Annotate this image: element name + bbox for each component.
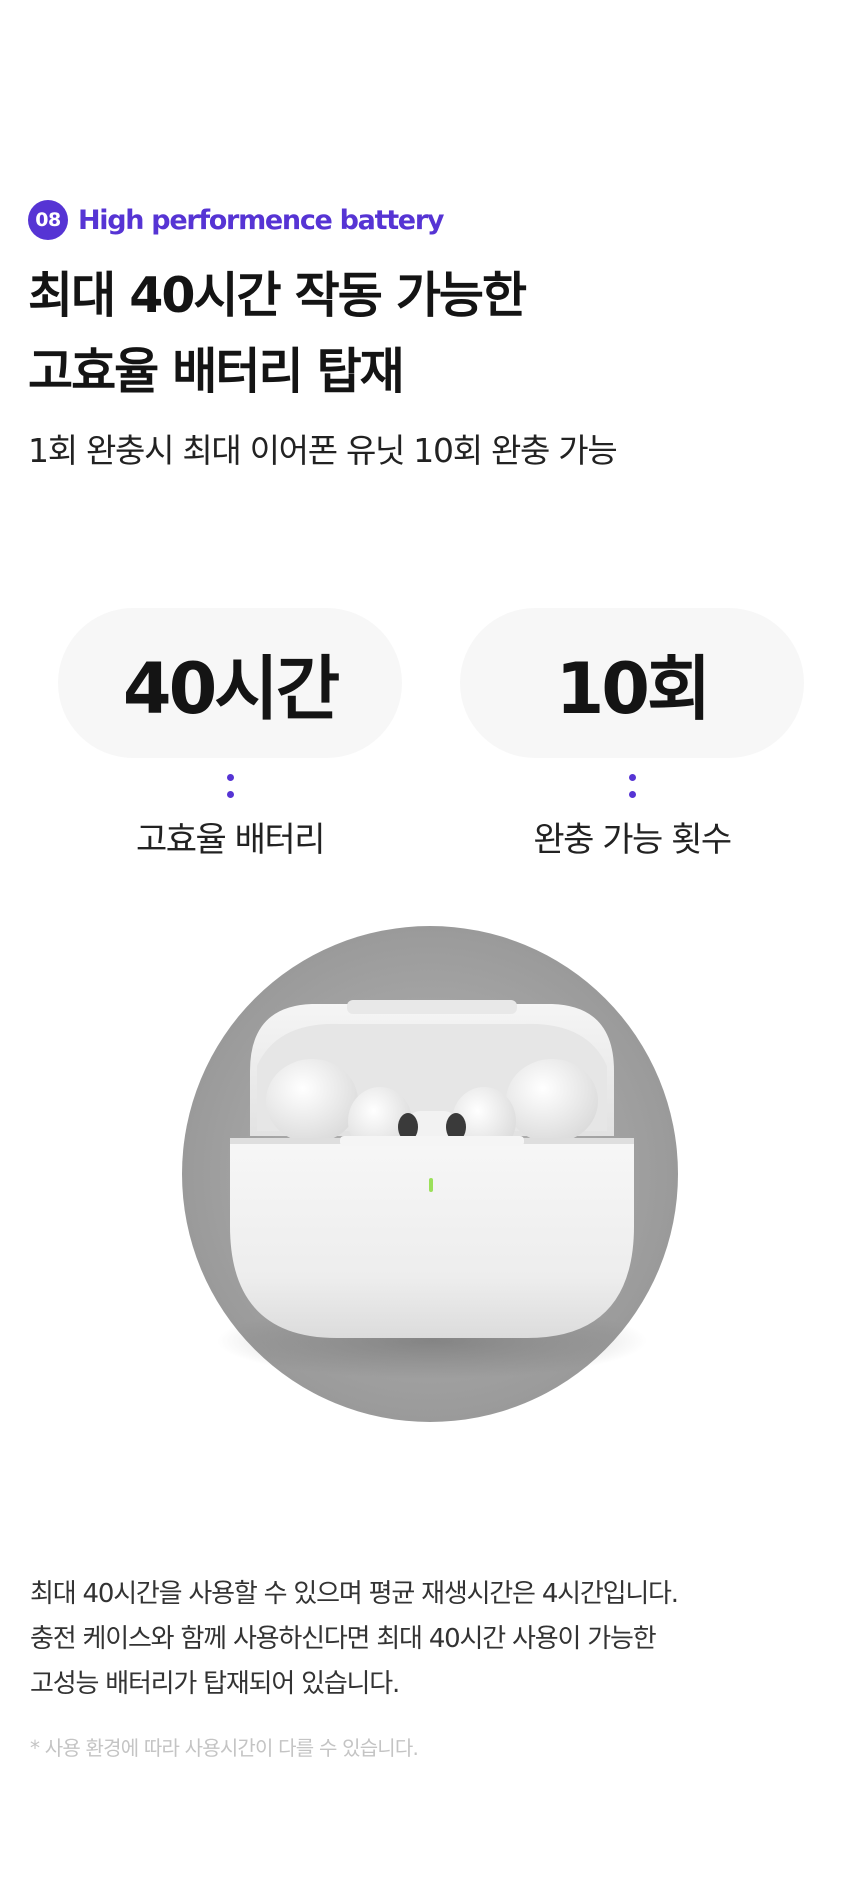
stat-pill: 10회	[460, 608, 804, 758]
title-line-2: 고효율 배터리 탑재	[28, 343, 405, 400]
stat-value: 40시간	[122, 647, 340, 730]
usage-disclaimer: * 사용 환경에 따라 사용시간이 다를 수 있습니다.	[30, 1736, 419, 1760]
stat-pill: 40시간	[58, 608, 402, 758]
stat-value: 10회	[555, 647, 712, 730]
section-title: 최대 40시간 작동 가능한 고효율 배터리 탑재	[28, 258, 808, 410]
title-line-1: 최대 40시간 작동 가능한	[28, 267, 527, 324]
description-line-3: 고성능 배터리가 탑재되어 있습니다.	[30, 1669, 400, 1699]
section-label: 08 High performence battery	[28, 199, 444, 241]
battery-feature-section: 08 High performence battery 최대 40시간 작동 가…	[0, 0, 860, 1888]
vertical-dots-icon	[226, 774, 234, 798]
description-text: 최대 40시간을 사용할 수 있으며 평균 재생시간은 4시간입니다. 충전 케…	[30, 1572, 810, 1707]
stat-caption: 완충 가능 횟수	[533, 820, 732, 860]
section-number-badge: 08	[28, 200, 68, 240]
vertical-dots-icon	[628, 774, 636, 798]
section-label-text: High performence battery	[78, 204, 444, 236]
stat-charge-count: 10회 완충 가능 횟수	[460, 608, 804, 861]
stat-caption: 고효율 배터리	[136, 820, 326, 860]
description-line-1: 최대 40시간을 사용할 수 있으며 평균 재생시간은 4시간입니다.	[30, 1579, 679, 1609]
description-line-2: 충전 케이스와 함께 사용하신다면 최대 40시간 사용이 가능한	[30, 1624, 657, 1654]
section-subtitle: 1회 완충시 최대 이어폰 유닛 10회 완충 가능	[28, 431, 618, 470]
stat-battery-hours: 40시간 고효율 배터리	[58, 608, 402, 861]
earbuds-charging-case-image	[182, 926, 678, 1422]
